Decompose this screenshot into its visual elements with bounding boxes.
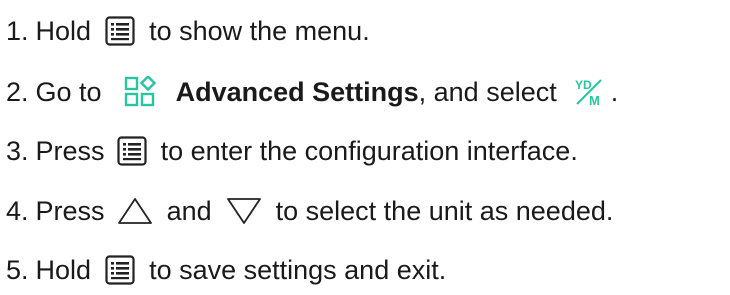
menu-button-icon — [105, 16, 135, 46]
step-5: 5. Hold to save settings and exit. — [6, 255, 446, 285]
step-text: and — [166, 195, 212, 226]
step-2: 2. Go to Advanced Settings , and select … — [6, 76, 618, 108]
step-3: 3. Press to enter the configuration inte… — [6, 136, 578, 166]
unit-icon-top-text: YD — [575, 78, 592, 92]
menu-button-icon — [105, 255, 135, 285]
unit-yd-m-icon: YD M — [571, 76, 607, 108]
step-1: 1. Hold to show the menu. — [6, 16, 370, 46]
step-text: to select the unit as needed. — [275, 195, 614, 226]
advanced-settings-label: Advanced Settings — [175, 76, 419, 107]
step-text: to enter the configuration interface. — [160, 135, 578, 166]
step-text: Press — [35, 195, 105, 226]
unit-icon-bottom-text: M — [589, 93, 600, 108]
down-triangle-icon — [226, 196, 262, 226]
step-text: Hold — [35, 254, 92, 285]
step-number: 2. — [6, 76, 29, 107]
step-number: 5. — [6, 254, 29, 285]
menu-button-icon — [116, 136, 147, 166]
step-number: 1. — [6, 15, 29, 46]
step-text: to save settings and exit. — [149, 254, 447, 285]
up-triangle-icon — [117, 196, 153, 226]
step-text: Press — [35, 135, 105, 166]
step-number: 4. — [6, 195, 29, 226]
step-4: 4. Press and to select the unit as neede… — [6, 196, 613, 226]
step-text: . — [610, 76, 619, 107]
step-text: , and select — [418, 76, 557, 107]
advanced-settings-icon — [124, 76, 158, 108]
step-text: to show the menu. — [149, 15, 370, 46]
step-text: Hold — [35, 15, 92, 46]
step-text: Go to — [35, 76, 102, 107]
step-number: 3. — [6, 135, 29, 166]
